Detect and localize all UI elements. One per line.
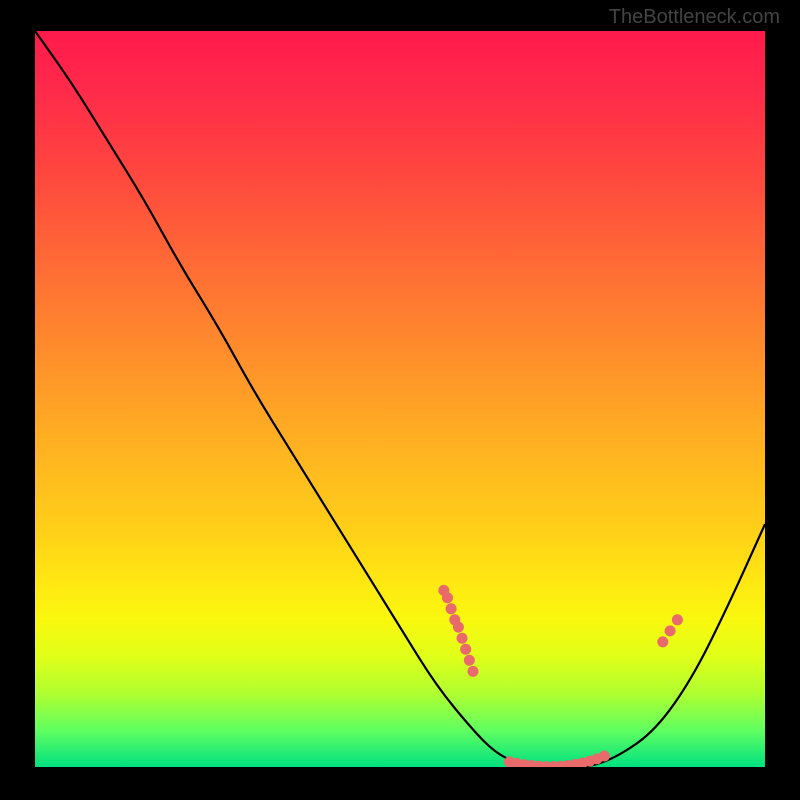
marker-dot [446,603,457,614]
attribution-text: TheBottleneck.com [609,6,780,29]
data-markers [438,585,683,767]
marker-dot [460,644,471,655]
marker-dot [464,655,475,666]
marker-dot [457,633,468,644]
marker-dot [672,614,683,625]
marker-dot [657,636,668,647]
chart-svg [35,31,765,767]
plot-area [35,31,765,767]
bottleneck-curve [35,31,765,767]
marker-dot [665,625,676,636]
marker-dot [453,622,464,633]
marker-dot [468,666,479,677]
marker-dot [442,592,453,603]
marker-dot [599,750,610,761]
